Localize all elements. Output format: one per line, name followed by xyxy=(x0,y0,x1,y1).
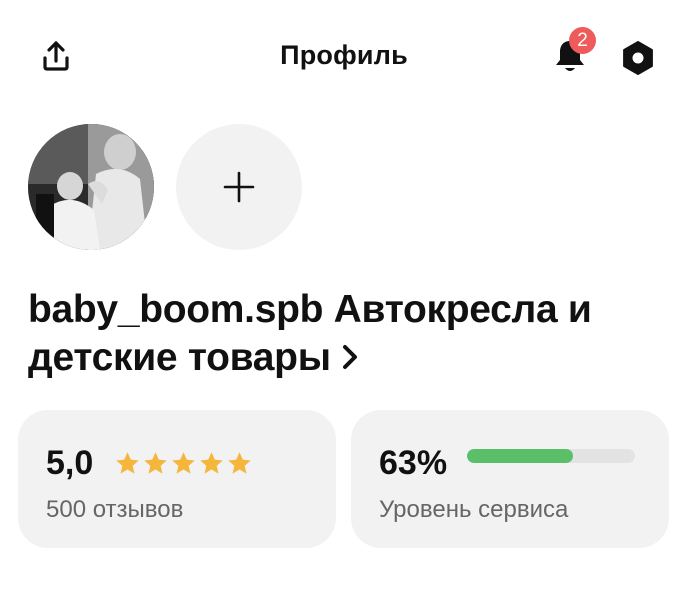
plus-icon xyxy=(223,171,255,203)
avatar-photo xyxy=(28,124,154,250)
profile-screen: Профиль 2 baby_boom.spb Автокресла и дет… xyxy=(0,0,688,600)
star-icon xyxy=(116,452,139,474)
settings-button[interactable] xyxy=(616,36,660,80)
service-progress-fill xyxy=(467,449,573,463)
header: Профиль 2 xyxy=(0,0,688,116)
star-icon xyxy=(144,452,167,474)
service-value: 63% xyxy=(379,444,448,482)
rating-stars xyxy=(114,450,253,477)
avatar[interactable] xyxy=(28,124,154,250)
service-progress-bar xyxy=(467,449,635,463)
chevron-right-icon xyxy=(342,344,357,369)
service-level-card[interactable]: 63% Уровень сервиса xyxy=(351,410,669,548)
star-icon xyxy=(172,452,195,474)
shop-name-link[interactable]: baby_boom.spb Автокресла и детские товар… xyxy=(28,286,668,382)
shop-name: baby_boom.spb Автокресла и детские товар… xyxy=(28,288,592,379)
add-avatar-button[interactable] xyxy=(176,124,302,250)
settings-icon xyxy=(623,41,653,75)
reviews-count: 500 отзывов xyxy=(46,496,184,523)
star-icon xyxy=(228,452,251,474)
star-icon xyxy=(200,452,223,474)
notification-badge: 2 xyxy=(569,27,596,54)
rating-card[interactable]: 5,0 500 отзывов xyxy=(18,410,336,548)
service-label: Уровень сервиса xyxy=(379,496,569,523)
rating-value: 5,0 xyxy=(46,444,94,482)
